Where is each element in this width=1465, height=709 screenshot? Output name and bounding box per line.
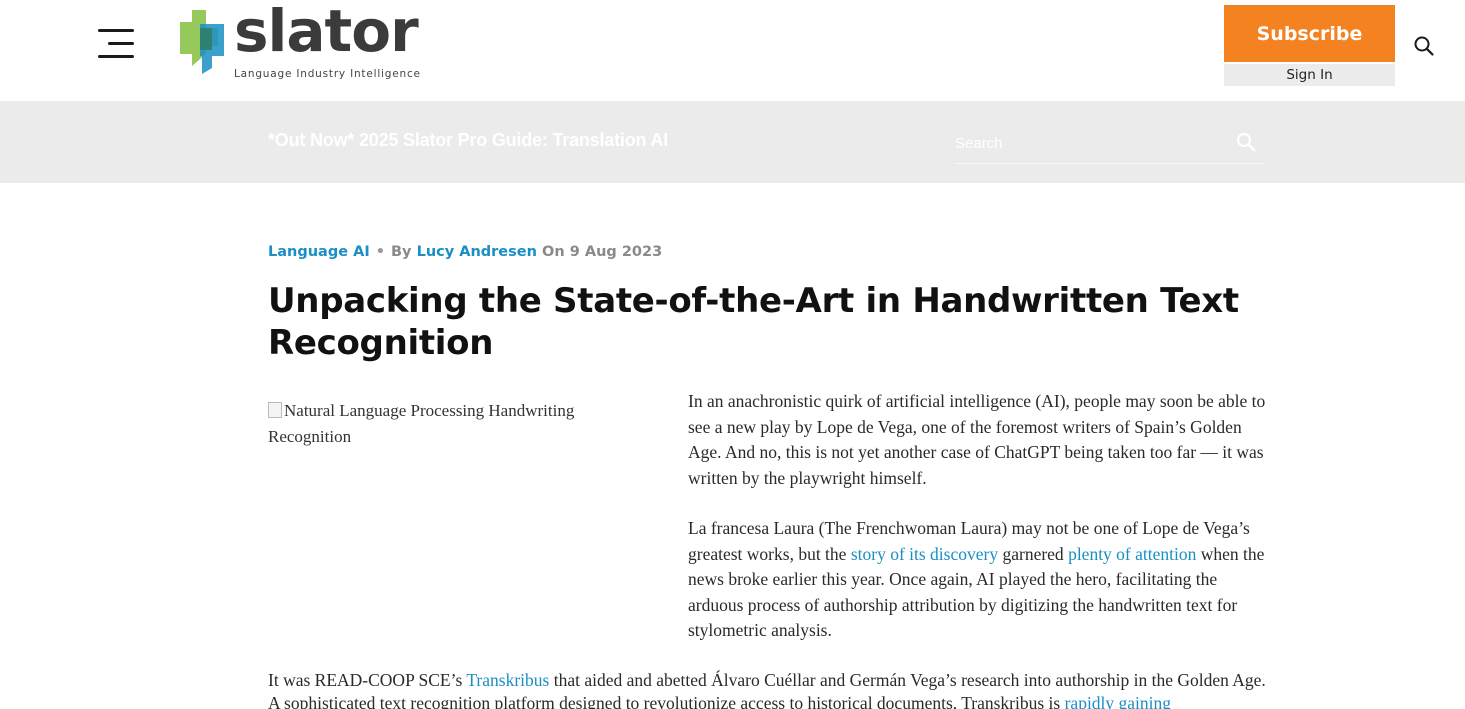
on-label: On [542,244,565,260]
image-alt-text: Natural Language Processing Handwriting … [268,401,575,446]
meta-separator: • [375,244,385,260]
paragraph-1: In an anachronistic quirk of artificial … [688,391,1266,488]
logo-mark-icon [180,10,224,74]
search-input[interactable] [955,130,1225,156]
site-header: slator Language Industry Intelligence Su… [0,0,1465,101]
rapidly-gaining-link[interactable]: rapidly gaining [1065,693,1171,709]
by-label: By [391,244,412,260]
paragraph-3-text-a: It was READ-COOP SCE’s [268,670,467,690]
search-icon[interactable] [1413,35,1435,57]
category-link[interactable]: Language AI [268,244,370,260]
promo-link[interactable]: *Out Now* 2025 Slator Pro Guide: Transla… [268,130,668,151]
broken-image-icon [268,402,282,418]
article-title: Unpacking the State-of-the-Art in Handwr… [268,281,1239,363]
search-submit-icon[interactable] [1236,132,1256,152]
logo-tagline: Language Industry Intelligence [234,68,421,80]
author-link[interactable]: Lucy Andresen [417,244,537,260]
banner-search [955,124,1265,164]
hamburger-menu-icon[interactable] [98,29,134,59]
story-of-discovery-link[interactable]: story of its discovery [851,544,998,564]
paragraph-2: La francesa Laura (The Frenchwoman Laura… [688,516,1268,644]
article-image: Natural Language Processing Handwriting … [268,398,648,450]
article-date: 9 Aug 2023 [569,244,663,260]
logo-wordmark: slator [234,0,419,65]
plenty-of-attention-link[interactable]: plenty of attention [1068,544,1196,564]
paragraph-2-text-b: garnered [998,543,1069,564]
paragraph-3: It was READ-COOP SCE’s Transkribus that … [268,669,1268,709]
slator-logo[interactable]: slator Language Industry Intelligence [178,2,438,82]
subscribe-button[interactable]: Subscribe [1224,5,1395,62]
sign-in-button[interactable]: Sign In [1224,64,1395,86]
transkribus-link[interactable]: Transkribus [466,670,549,690]
article-meta: Language AI • By Lucy Andresen On 9 Aug 20… [268,244,662,260]
